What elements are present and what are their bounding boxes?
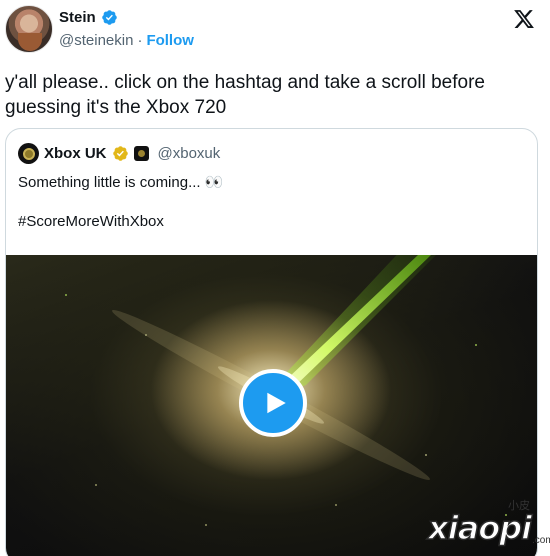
quoted-tweet[interactable]: Xbox UK @xboxuk Something little is comi… xyxy=(5,128,538,556)
play-button[interactable] xyxy=(239,369,307,437)
quoted-header: Xbox UK @xboxuk xyxy=(18,143,220,164)
author-handle-row: @steinekin · Follow xyxy=(59,32,194,49)
gold-verified-badge-icon xyxy=(112,146,128,161)
tweet-header: Stein @steinekin · Follow xyxy=(0,0,550,62)
watermark-logo-text: xiaopi xyxy=(427,508,533,548)
verified-badge-icon xyxy=(101,10,117,25)
author-avatar[interactable] xyxy=(5,5,53,53)
author-name-row: Stein xyxy=(59,9,118,26)
play-icon xyxy=(266,392,286,414)
author-name[interactable]: Stein xyxy=(59,9,96,26)
separator-dot: · xyxy=(137,32,143,49)
quoted-avatar[interactable] xyxy=(18,143,39,164)
affiliate-badge-icon xyxy=(133,146,149,161)
quoted-handle[interactable]: @xboxuk xyxy=(158,145,221,162)
watermark-suffix: .com xyxy=(532,535,550,546)
quoted-name[interactable]: Xbox UK xyxy=(44,145,107,162)
author-handle[interactable]: @steinekin xyxy=(59,32,133,49)
quoted-text: Something little is coming... 👀 xyxy=(18,174,224,191)
site-watermark: 小皮 xiaopi .com xyxy=(427,497,550,553)
x-logo-icon[interactable] xyxy=(513,8,535,30)
follow-button[interactable]: Follow xyxy=(146,32,194,49)
tweet-text: y'all please.. click on the hashtag and … xyxy=(5,72,485,118)
quoted-hashtag[interactable]: #ScoreMoreWithXbox xyxy=(18,213,164,230)
